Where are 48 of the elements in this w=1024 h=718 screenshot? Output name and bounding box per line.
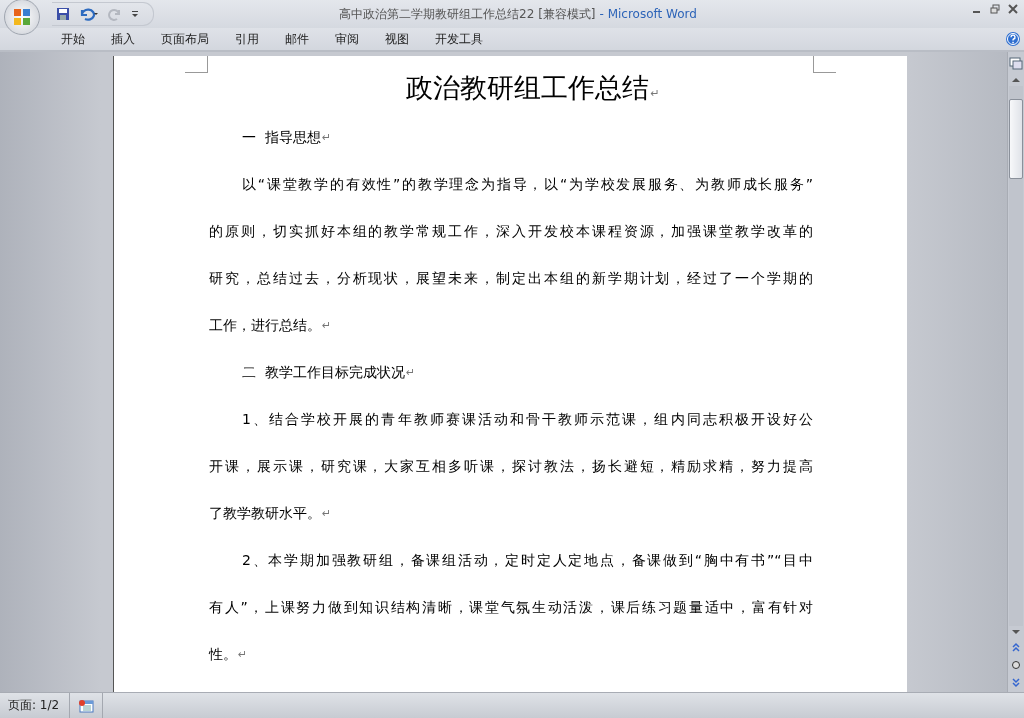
vertical-scrollbar[interactable] [1007, 52, 1024, 692]
ribbon-tab[interactable]: 引用 [222, 30, 272, 48]
document-title: 政治教研组工作总结 [406, 72, 650, 103]
page-count[interactable]: 页面: 1/2 [0, 693, 71, 718]
paragraph-mark: ↵ [238, 648, 248, 661]
next-page-icon[interactable] [1011, 678, 1021, 688]
ribbon-tab[interactable]: 插入 [98, 30, 148, 48]
customize-icon[interactable] [131, 10, 139, 18]
text-line: 有人”，上课努力做到知识结构清晰，课堂气氛生动活泼，课后练习题量适中，富有针对 [209, 598, 813, 617]
office-button[interactable] [4, 0, 40, 35]
text-line: 研究，总结过去，分析现状，展望未来，制定出本组的新学期计划，经过了一个学期的 [209, 269, 813, 288]
text-line: 1、结合学校开展的青年教师赛课活动和骨干教师示范课，组内同志积极开设好公 [242, 410, 813, 429]
ribbon-tab[interactable]: 视图 [372, 30, 422, 48]
ribbon-tab[interactable]: 开始 [48, 30, 98, 48]
ribbon-tab[interactable]: 开发工具 [422, 30, 496, 48]
save-icon[interactable] [56, 7, 70, 21]
text-line: 开课，展示课，研究课，大家互相多听课，探讨教法，扬长避短，精励求精，努力提高 [209, 457, 813, 476]
undo-icon[interactable] [79, 7, 99, 21]
crop-mark [185, 56, 208, 73]
logo-icon [12, 7, 32, 27]
help-icon[interactable] [1005, 31, 1021, 47]
paragraph-mark: ↵ [405, 366, 416, 379]
ribbon-tab[interactable]: 审阅 [322, 30, 372, 48]
paragraph-mark: ↵ [650, 87, 660, 100]
text-line: 2、本学期加强教研组，备课组活动，定时定人定地点，备课做到“胸中有书”“目中 [242, 551, 813, 570]
paragraph-mark: ↵ [322, 319, 332, 332]
browse-object-icon[interactable] [1011, 660, 1021, 670]
ribbon-tab[interactable]: 邮件 [272, 30, 322, 48]
scroll-down-icon[interactable] [1011, 629, 1021, 635]
section-heading: 二 教学工作目标完成状况 [242, 363, 405, 382]
scroll-up-icon[interactable] [1011, 77, 1021, 83]
text-line: 工作，进行总结。 [209, 316, 321, 335]
paragraph-mark: ↵ [321, 131, 332, 144]
text-line: 的原则，切实抓好本组的教学常规工作，深入开发校本课程资源，加强课堂教学改革的 [209, 222, 813, 241]
text-line: 性。 [209, 645, 237, 664]
restore-icon[interactable] [990, 4, 1000, 14]
app-name: - Microsoft Word [599, 6, 697, 21]
proofing-icon[interactable] [78, 698, 95, 713]
crop-mark [813, 56, 836, 73]
ribbon-tab[interactable]: 页面布局 [148, 30, 222, 48]
previous-page-icon[interactable] [1011, 642, 1021, 652]
close-icon[interactable] [1008, 4, 1018, 14]
text-line: 了教学教研水平。 [209, 504, 321, 523]
text-line: 以“课堂教学的有效性”的教学理念为指导，以“为学校发展服务、为教师成长服务” [242, 175, 813, 194]
scroll-thumb[interactable] [1009, 99, 1023, 179]
window-title: 高中政治第二学期教研组工作总结22 [兼容模式] [339, 6, 596, 21]
section-heading: 一 指导思想 [242, 128, 321, 147]
paragraph-mark: ↵ [322, 507, 332, 520]
